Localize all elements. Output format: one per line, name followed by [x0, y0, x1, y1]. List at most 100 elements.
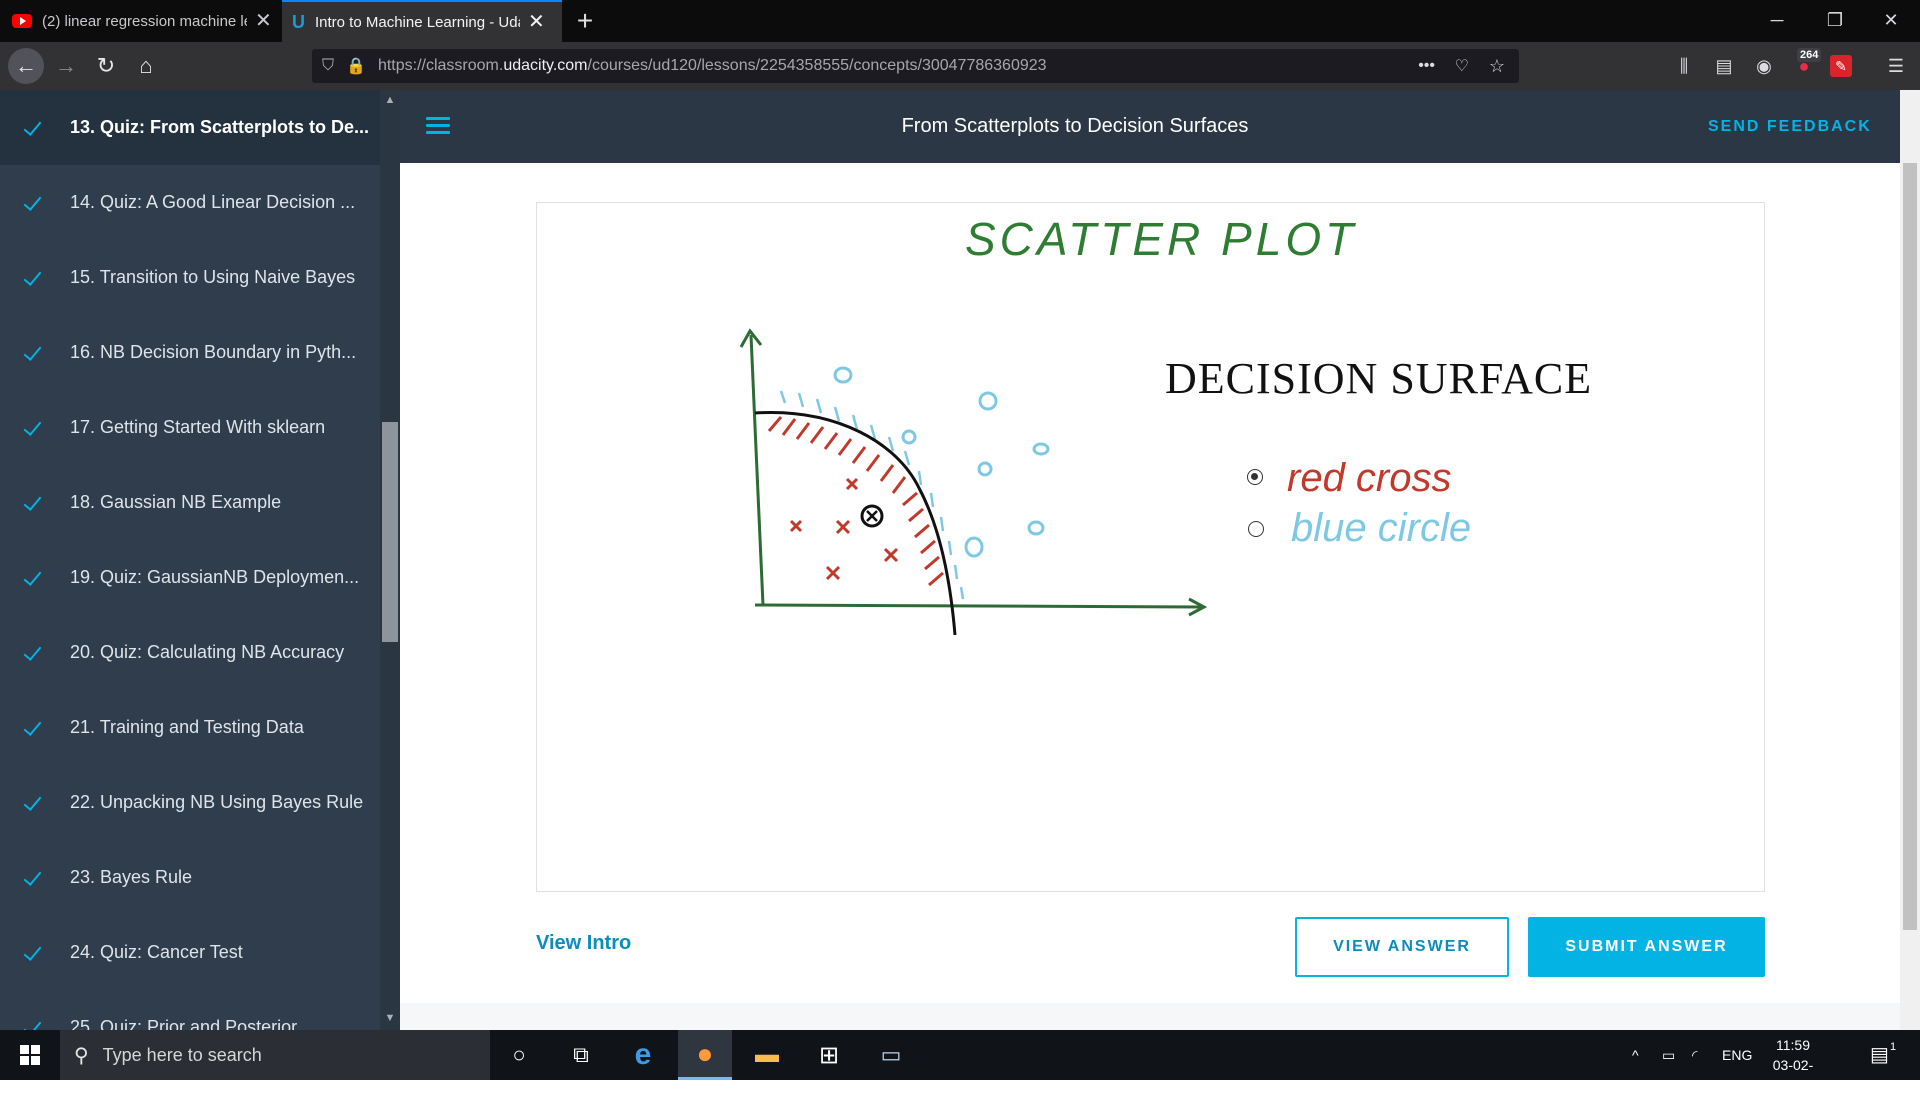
- lesson-sidebar: 13. Quiz: From Scatterplots to De... 14.…: [0, 90, 380, 1030]
- check-icon: [22, 343, 42, 363]
- search-placeholder: Type here to search: [102, 1044, 262, 1065]
- radio-blue-circle[interactable]: [1248, 521, 1264, 537]
- radio-red-cross[interactable]: [1247, 469, 1263, 485]
- decision-boundary-curve: [754, 411, 957, 636]
- tab-title: (2) linear regression machine le: [42, 12, 247, 30]
- restore-button[interactable]: ❐: [1810, 6, 1860, 34]
- hamburger-menu-icon[interactable]: ☰: [1882, 54, 1910, 78]
- sidebar-item[interactable]: 18. Gaussian NB Example: [0, 465, 380, 540]
- new-tab-button[interactable]: +: [568, 4, 602, 38]
- sidebar-item[interactable]: 23. Bayes Rule: [0, 840, 380, 915]
- sidebar-item[interactable]: 17. Getting Started With sklearn: [0, 390, 380, 465]
- youtube-icon: [12, 14, 32, 28]
- minimize-button[interactable]: ─: [1752, 6, 1802, 34]
- decision-surface-label: DECISION SURFACE: [1165, 354, 1592, 403]
- sidebar-item[interactable]: 22. Unpacking NB Using Bayes Rule: [0, 765, 380, 840]
- sidebar-item[interactable]: 13. Quiz: From Scatterplots to De...: [0, 90, 380, 165]
- sidebar-item-label: 22. Unpacking NB Using Bayes Rule: [70, 792, 364, 812]
- close-window-button[interactable]: ✕: [1866, 6, 1916, 34]
- sidebar-item-label: 16. NB Decision Boundary in Pyth...: [70, 342, 357, 362]
- url-prefix: https://classroom.: [377, 57, 504, 74]
- file-explorer-icon[interactable]: ▬: [740, 1030, 794, 1080]
- remote-desktop-icon[interactable]: ▭: [864, 1030, 918, 1080]
- start-button[interactable]: [0, 1030, 60, 1080]
- windows-taskbar: ⚲ Type here to search ○ ⧉ e ● ▬ ⊞ ▭ ^ ▭ …: [0, 1030, 1920, 1093]
- browser-tab-udacity[interactable]: U Intro to Machine Learning - Uda ✕: [282, 0, 562, 42]
- check-icon: [22, 268, 42, 288]
- bookmark-star-icon[interactable]: ☆: [1489, 56, 1505, 77]
- page-title: From Scatterplots to Decision Surfaces: [901, 115, 1249, 137]
- sidebar-item[interactable]: 25. Quiz: Prior and Posterior: [0, 990, 380, 1030]
- sidebar-toggle-icon[interactable]: ▤: [1710, 54, 1738, 78]
- account-icon[interactable]: ◉: [1750, 54, 1778, 78]
- clock[interactable]: 11:59 03-02-2020: [1758, 1035, 1828, 1095]
- scroll-down-arrow-icon[interactable]: ▼: [380, 1012, 400, 1024]
- sidebar-item-label: 13. Quiz: From Scatterplots to De...: [70, 117, 370, 137]
- sidebar-item-label: 17. Getting Started With sklearn: [70, 417, 326, 437]
- battery-icon[interactable]: ▭: [1662, 1030, 1675, 1080]
- check-icon: [22, 193, 42, 213]
- store-icon[interactable]: ⊞: [802, 1030, 856, 1080]
- sidebar-item[interactable]: 15. Transition to Using Naive Bayes: [0, 240, 380, 315]
- close-icon[interactable]: ✕: [528, 12, 545, 32]
- chevron-up-icon[interactable]: ^: [1632, 1030, 1639, 1080]
- content-footer: [400, 1003, 1900, 1030]
- pocket-icon[interactable]: ♡: [1455, 56, 1469, 76]
- sidebar-item[interactable]: 14. Quiz: A Good Linear Decision ...: [0, 165, 380, 240]
- edge-icon[interactable]: e: [616, 1030, 670, 1080]
- sidebar-item[interactable]: 19. Quiz: GaussianNB Deploymen...: [0, 540, 380, 615]
- red-hatching: [767, 416, 944, 587]
- check-icon: [22, 943, 42, 963]
- firefox-icon[interactable]: ●: [678, 1030, 732, 1080]
- view-answer-button[interactable]: VIEW ANSWER: [1295, 917, 1509, 977]
- cortana-icon[interactable]: ○: [492, 1030, 546, 1080]
- page-scroll-thumb[interactable]: [1903, 163, 1917, 930]
- sidebar-item-label: 23. Bayes Rule: [70, 867, 193, 887]
- submit-answer-button[interactable]: SUBMIT ANSWER: [1528, 917, 1765, 977]
- home-button[interactable]: ⌂: [128, 48, 164, 84]
- send-feedback-link[interactable]: SEND FEEDBACK: [1708, 90, 1872, 163]
- sidebar-item[interactable]: 21. Training and Testing Data: [0, 690, 380, 765]
- sketch-title: SCATTER PLOT: [965, 213, 1357, 265]
- sidebar-scroll-thumb[interactable]: [382, 422, 398, 642]
- forward-button[interactable]: →: [48, 48, 84, 84]
- check-icon: [22, 868, 42, 888]
- date: 03-02-2020: [1772, 1057, 1814, 1093]
- time: 11:59: [1776, 1037, 1810, 1053]
- udacity-icon: U: [292, 11, 305, 32]
- page-actions-icon[interactable]: •••: [1418, 57, 1435, 75]
- wifi-icon[interactable]: ◜: [1692, 1030, 1697, 1080]
- view-intro-link[interactable]: View Intro: [536, 932, 631, 955]
- check-icon: [22, 1018, 42, 1031]
- sidebar-item[interactable]: 16. NB Decision Boundary in Pyth...: [0, 315, 380, 390]
- extension-icon[interactable]: ✎: [1830, 55, 1852, 77]
- browser-tab-bar: (2) linear regression machine le ✕ U Int…: [0, 0, 1920, 42]
- sidebar-item[interactable]: 24. Quiz: Cancer Test: [0, 915, 380, 990]
- tab-title: Intro to Machine Learning - Uda: [315, 13, 520, 31]
- red-cross-points: [789, 477, 899, 581]
- url-path: /courses/ud120/lessons/2254358555/concep…: [587, 57, 1047, 74]
- sidebar-item[interactable]: 20. Quiz: Calculating NB Accuracy: [0, 615, 380, 690]
- lesson-header: From Scatterplots to Decision Surfaces S…: [400, 90, 1920, 163]
- scroll-up-arrow-icon[interactable]: ▲: [380, 94, 400, 106]
- main-content: SCATTER PLOT DECISION SURFACE red cross …: [400, 163, 1900, 1030]
- lock-icon[interactable]: 🔒: [346, 56, 366, 76]
- close-icon[interactable]: ✕: [255, 11, 272, 31]
- shield-icon[interactable]: ⛉: [322, 57, 334, 75]
- sidebar-item-label: 14. Quiz: A Good Linear Decision ...: [70, 192, 356, 212]
- browser-tab-youtube[interactable]: (2) linear regression machine le ✕: [0, 0, 282, 42]
- notification-count: 1: [1890, 1041, 1897, 1053]
- notification-badge: 264: [1797, 48, 1822, 62]
- check-icon: [22, 568, 42, 588]
- reload-button[interactable]: ↻: [88, 48, 124, 84]
- sidebar-item-label: 25. Quiz: Prior and Posterior: [70, 1017, 298, 1030]
- notification-icon[interactable]: ▤: [1870, 1030, 1889, 1080]
- library-icon[interactable]: ⫼: [1670, 54, 1698, 78]
- language-indicator[interactable]: ENG: [1722, 1030, 1752, 1080]
- url-host: udacity.com: [503, 57, 588, 74]
- check-icon: [22, 718, 42, 738]
- url-bar[interactable]: ⛉ 🔒 https://classroom. udacity.com/course…: [312, 49, 1519, 83]
- task-view-icon[interactable]: ⧉: [554, 1030, 608, 1080]
- taskbar-search-box[interactable]: ⚲ Type here to search: [60, 1030, 490, 1080]
- back-button[interactable]: ←: [8, 48, 44, 84]
